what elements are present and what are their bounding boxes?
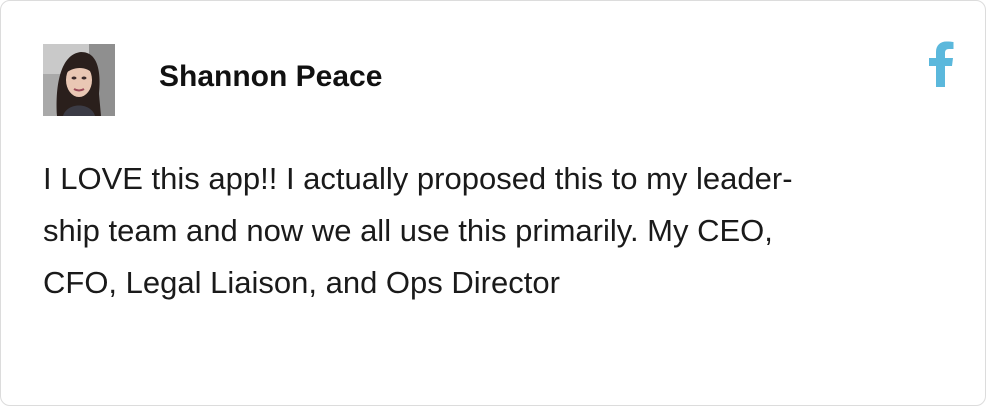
review-text: I LOVE this app!! I actually proposed th… bbox=[43, 153, 873, 309]
review-card: Shannon Peace I LOVE this app!! I actual… bbox=[0, 0, 986, 406]
review-text-line: ship team and now we all use this primar… bbox=[43, 213, 773, 248]
facebook-icon[interactable] bbox=[923, 41, 957, 87]
author-avatar bbox=[43, 44, 115, 116]
avatar-photo-icon bbox=[43, 44, 115, 116]
review-text-line: I LOVE this app!! I actually proposed th… bbox=[43, 161, 793, 196]
review-text-line: CFO, Legal Liaison, and Ops Director bbox=[43, 265, 560, 300]
author-name: Shannon Peace bbox=[159, 60, 383, 93]
